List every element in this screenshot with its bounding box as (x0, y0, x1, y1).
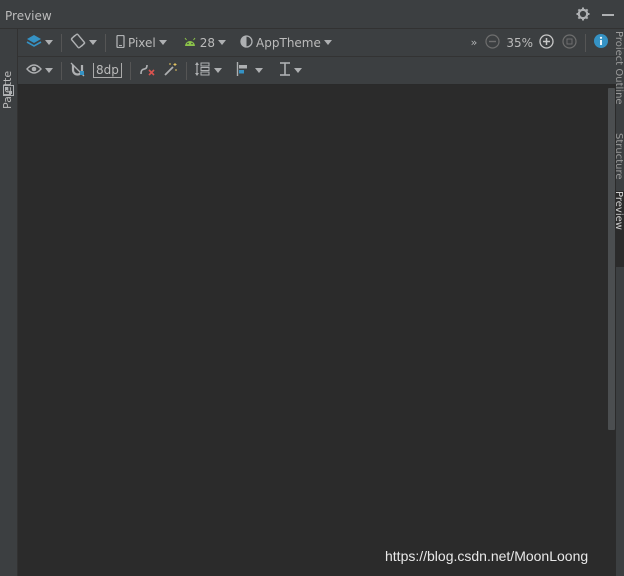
design-canvas[interactable] (18, 85, 607, 576)
toolbar-divider (61, 61, 62, 80)
chevron-down-icon (213, 68, 222, 73)
scrollbar-thumb[interactable] (608, 88, 615, 430)
zoom-to-fit-button[interactable] (558, 32, 581, 54)
more-actions-button[interactable]: » (467, 32, 482, 54)
infer-constraints-button[interactable] (159, 60, 182, 82)
right-tool-strip: Project Outline Structure Preview (616, 29, 624, 576)
align-button[interactable] (232, 60, 267, 82)
chevron-down-icon (45, 68, 53, 73)
default-margin-value: 8dp (93, 63, 122, 78)
rotate-icon (70, 33, 86, 52)
zoom-out-button[interactable] (481, 32, 504, 54)
toolbar-divider (129, 61, 131, 80)
toolbar-divider (585, 33, 586, 52)
chevron-down-icon (254, 68, 263, 73)
zoom-in-button[interactable] (535, 32, 558, 54)
tool-window-title: Preview (5, 9, 52, 23)
theme-icon (240, 34, 253, 51)
chevron-down-icon (293, 68, 302, 73)
orientation-button[interactable] (66, 32, 101, 54)
guidelines-button[interactable] (275, 60, 306, 82)
theme-label: AppTheme (256, 35, 321, 50)
zoom-out-icon (485, 33, 500, 52)
clear-constraints-button[interactable] (135, 60, 159, 82)
chevron-down-icon (323, 40, 332, 45)
autoconnect-toggle[interactable] (66, 60, 89, 82)
view-options-button[interactable] (22, 60, 57, 82)
pack-button[interactable] (191, 60, 226, 82)
vertical-scrollbar[interactable] (607, 85, 616, 576)
chevron-down-icon (158, 40, 167, 45)
watermark-text: https://blog.csdn.net/MoonLoong (385, 548, 589, 564)
left-tool-strip: Palette (0, 29, 18, 576)
preview-tab[interactable]: Preview (616, 191, 624, 267)
palette-icon[interactable] (3, 81, 14, 100)
eye-icon (26, 63, 42, 78)
toolbar-divider (185, 61, 187, 80)
guideline-icon (279, 62, 291, 79)
magnet-off-icon (70, 62, 85, 80)
preview-toolbar-bottom: 8dp (18, 57, 616, 85)
project-outline-tab[interactable]: Project Outline (616, 31, 624, 111)
layers-icon (26, 34, 42, 51)
minimize-icon[interactable] (602, 6, 614, 25)
chevron-down-icon (45, 40, 53, 45)
issues-button[interactable] (590, 32, 612, 54)
pack-icon (194, 62, 211, 79)
chevron-down-icon (89, 40, 97, 45)
toolbar-divider (61, 33, 62, 52)
zoom-level: 35% (506, 35, 533, 50)
api-level-selector[interactable]: 28 (179, 32, 230, 54)
structure-tab[interactable]: Structure (616, 133, 624, 183)
design-surface-button[interactable] (22, 32, 57, 54)
clear-constraints-icon (139, 62, 155, 80)
magic-wand-icon (163, 62, 178, 80)
info-icon (594, 34, 608, 51)
device-label: Pixel (128, 35, 156, 50)
theme-selector[interactable]: AppTheme (236, 32, 336, 54)
phone-icon (116, 34, 125, 51)
default-margin-selector[interactable]: 8dp (89, 60, 126, 82)
chevron-down-icon (218, 40, 227, 45)
zoom-fit-icon (562, 33, 577, 52)
double-chevron-right-icon: » (470, 36, 478, 49)
tool-window-header: Preview (0, 0, 624, 29)
zoom-in-icon (539, 33, 554, 52)
align-left-icon (236, 62, 252, 79)
api-level-label: 28 (199, 35, 216, 50)
toolbar-divider (105, 33, 106, 52)
android-icon (183, 36, 197, 50)
preview-toolbar-top: Pixel 28 AppTheme » 35% (18, 29, 616, 57)
device-selector[interactable]: Pixel (112, 32, 171, 54)
gear-icon[interactable] (576, 6, 590, 25)
